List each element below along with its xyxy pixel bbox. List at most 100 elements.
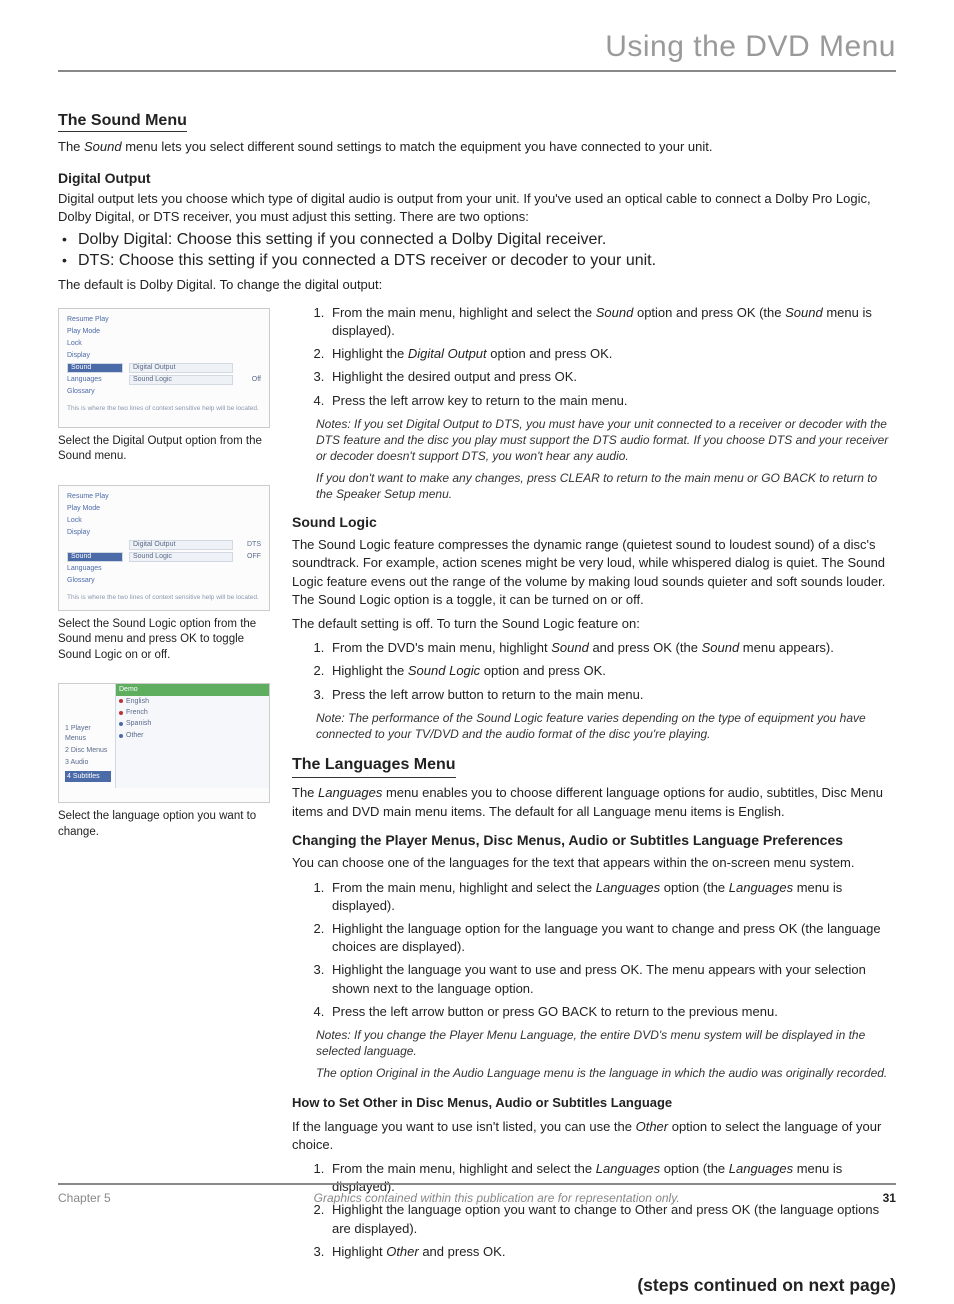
ss-item: Lock [67, 516, 123, 525]
ss-item: 2 Disc Menus [65, 746, 111, 755]
how-other-heading: How to Set Other in Disc Menus, Audio or… [292, 1094, 896, 1112]
list-item: Highlight the Sound Logic option and pre… [328, 662, 896, 680]
digital-output-intro: Digital output lets you choose which typ… [58, 190, 896, 226]
ss-help: This is where the two lines of context s… [67, 405, 261, 413]
text: menu appears). [739, 640, 834, 655]
ss-item: Play Mode [67, 504, 123, 513]
ss-item: Resume Play [67, 492, 123, 501]
sound-logic-note: Note: The performance of the Sound Logic… [316, 710, 896, 742]
list-item: Highlight the language option you want t… [328, 1201, 896, 1237]
ss-item: Glossary [67, 576, 123, 585]
languages-steps1: From the main menu, highlight and select… [292, 879, 896, 1021]
text: From the main menu, highlight and select… [332, 880, 596, 895]
text: If the language you want to use isn't li… [292, 1119, 636, 1134]
text: menu lets you select different sound set… [122, 139, 713, 154]
text-em: Languages [318, 785, 382, 800]
languages-caption: Select the language option you want to c… [58, 809, 270, 840]
digital-output-default: The default is Dolby Digital. To change … [58, 276, 896, 294]
ss-item: 3 Audio [65, 758, 111, 767]
ss-item: Lock [67, 339, 123, 348]
ss-item: Display [67, 351, 123, 360]
sound-logic-intro: The Sound Logic feature compresses the d… [292, 536, 896, 609]
sound-logic-screenshot: Resume Play Play Mode Lock Display Digit… [58, 485, 270, 611]
list-item: Highlight the Digital Output option and … [328, 345, 896, 363]
text-em: Sound [785, 305, 823, 320]
ss-item: Languages [67, 564, 123, 573]
ss-field: Sound Logic [129, 552, 233, 562]
text: Highlight the [332, 346, 408, 361]
languages-note1: Notes: If you change the Player Menu Lan… [316, 1027, 896, 1059]
list-item: From the DVD's main menu, highlight Soun… [328, 639, 896, 657]
ss-item-selected: 4 Subtitles [65, 771, 111, 782]
text: option (the [660, 880, 729, 895]
ss-field: Digital Output [129, 540, 233, 550]
languages-steps2: From the main menu, highlight and select… [292, 1160, 896, 1261]
languages-sub-heading: Changing the Player Menus, Disc Menus, A… [292, 831, 896, 851]
list-item: From the main menu, highlight and select… [328, 304, 896, 340]
continued-note: (steps continued on next page) [292, 1273, 896, 1298]
sound-logic-steps: From the DVD's main menu, highlight Soun… [292, 639, 896, 704]
ss-field: Digital Output [129, 363, 233, 373]
ss-opt: French [116, 707, 269, 718]
ss-opt: Spanish [116, 718, 269, 729]
text: option and press OK (the [633, 305, 785, 320]
ss-opt: Other [116, 730, 269, 741]
ss-item-selected: Sound [67, 552, 123, 562]
ss-field: Sound Logic [129, 375, 233, 385]
how-other-intro: If the language you want to use isn't li… [292, 1118, 896, 1154]
ss-opt: Demo [116, 684, 269, 695]
sound-menu-screenshot: Resume Play Play Mode Lock Display Sound… [58, 308, 270, 428]
list-item: Highlight the language option for the la… [328, 920, 896, 956]
ss-item: 1 Player Menus [65, 724, 111, 743]
text: Other [126, 731, 144, 740]
text: English [126, 697, 149, 706]
footer-disclaimer: Graphics contained within this publicati… [314, 1191, 680, 1205]
languages-screenshot: 1 Player Menus 2 Disc Menus 3 Audio 4 Su… [58, 683, 270, 803]
text-em: Languages [729, 1161, 793, 1176]
ss-item: Languages [67, 375, 123, 384]
text: and press OK. [419, 1244, 506, 1259]
ss-item: Display [67, 528, 123, 537]
ss-val: Off [239, 375, 261, 384]
page-footer: Chapter 5 Graphics contained within this… [58, 1183, 896, 1205]
digital-output-bullets: Dolby Digital: Choose this setting if yo… [58, 231, 896, 270]
text-em: Sound Logic [408, 663, 480, 678]
text-em: Languages [596, 1161, 660, 1176]
text-em: Sound [702, 640, 740, 655]
footer-chapter: Chapter 5 [58, 1191, 111, 1205]
text: option and press OK. [487, 346, 613, 361]
digital-output-heading: Digital Output [58, 170, 896, 186]
languages-intro: The Languages menu enables you to choose… [292, 784, 896, 820]
text-em: Languages [596, 880, 660, 895]
digital-output-steps: From the main menu, highlight and select… [292, 304, 896, 410]
text: From the main menu, highlight and select… [332, 1161, 596, 1176]
text-em: Other [386, 1244, 419, 1259]
list-item: Press the left arrow key to return to th… [328, 392, 896, 410]
text-em: Digital Output [408, 346, 487, 361]
text: and press OK (the [589, 640, 702, 655]
text: Spanish [126, 719, 151, 728]
digital-output-note1: Notes: If you set Digital Output to DTS,… [316, 416, 896, 465]
list-item: Highlight the language you want to use a… [328, 961, 896, 997]
page-header: Using the DVD Menu [58, 30, 896, 72]
ss-item: Resume Play [67, 315, 123, 324]
sound-logic-caption: Select the Sound Logic option from the S… [58, 617, 270, 664]
text: Highlight the [332, 663, 408, 678]
sound-menu-heading: The Sound Menu [58, 112, 187, 132]
ss-item-selected: Sound [67, 363, 123, 373]
list-item: Press the left arrow button or press GO … [328, 1003, 896, 1021]
text-em: Sound [84, 139, 122, 154]
languages-heading: The Languages Menu [292, 754, 456, 778]
list-item: Highlight the desired output and press O… [328, 368, 896, 386]
ss-item: Glossary [67, 387, 123, 396]
list-item: Dolby Digital: Choose this setting if yo… [78, 231, 896, 249]
text-em: Sound [596, 305, 634, 320]
text: The [58, 139, 84, 154]
text: French [126, 708, 148, 717]
digital-output-note2: If you don't want to make any changes, p… [316, 470, 896, 502]
text: From the main menu, highlight and select… [332, 305, 596, 320]
text: option and press OK. [480, 663, 606, 678]
ss-opt: English [116, 696, 269, 707]
list-item: From the main menu, highlight and select… [328, 879, 896, 915]
text-em: Sound [551, 640, 589, 655]
